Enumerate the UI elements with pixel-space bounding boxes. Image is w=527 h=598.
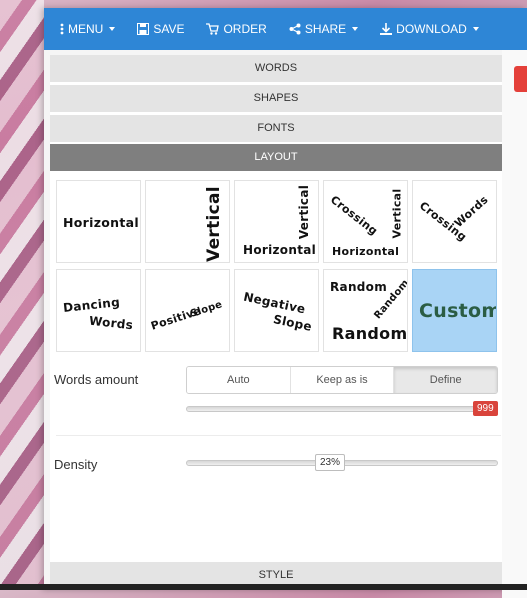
words-amount-define[interactable]: Define bbox=[394, 367, 497, 393]
section-words[interactable]: WORDS bbox=[50, 55, 502, 82]
divider bbox=[56, 435, 501, 436]
layout-crossing-vertical[interactable]: Crossing Vertical Horizontal bbox=[323, 180, 408, 263]
share-icon bbox=[289, 23, 301, 35]
layout-crossing-words[interactable]: Crossing Words bbox=[412, 180, 497, 263]
tile-text: Vertical bbox=[390, 188, 404, 239]
tile-text: Random bbox=[330, 280, 388, 294]
download-icon bbox=[380, 23, 393, 35]
menu-label: MENU bbox=[68, 22, 104, 36]
options-content: WORDS SHAPES FONTS LAYOUT Horizontal Ver… bbox=[50, 55, 502, 590]
caret-down-icon bbox=[352, 27, 359, 31]
share-button[interactable]: SHARE bbox=[289, 22, 359, 36]
tile-text: Words bbox=[88, 313, 134, 333]
words-amount-keep[interactable]: Keep as is bbox=[290, 367, 395, 393]
save-label: SAVE bbox=[153, 22, 185, 36]
tile-text: Slope bbox=[271, 312, 314, 334]
tile-text: Horizontal bbox=[63, 215, 139, 230]
caret-down-icon bbox=[109, 27, 116, 31]
words-amount-slider[interactable] bbox=[186, 406, 498, 412]
download-button[interactable]: DOWNLOAD bbox=[380, 22, 479, 36]
layout-random[interactable]: Random Random Random bbox=[323, 269, 408, 352]
tile-text: Vertical bbox=[297, 184, 312, 240]
density-label: Density bbox=[54, 457, 98, 472]
floppy-disk-icon bbox=[137, 23, 150, 35]
download-label: DOWNLOAD bbox=[396, 22, 467, 36]
tile-text: Random bbox=[332, 324, 408, 343]
order-label: ORDER bbox=[223, 22, 267, 36]
words-amount-auto[interactable]: Auto bbox=[187, 367, 291, 393]
vertical-dots-icon bbox=[60, 23, 64, 35]
cart-icon bbox=[206, 23, 220, 35]
tile-text: Horizontal bbox=[243, 243, 317, 257]
toolbar: MENU SAVE ORDER SHARE DOWNLOAD bbox=[44, 8, 527, 50]
tile-text: Words bbox=[451, 193, 491, 230]
taskbar-edge bbox=[0, 584, 527, 590]
tile-text: Horizontal bbox=[332, 245, 400, 258]
layout-positive-slope[interactable]: Positive Slope bbox=[145, 269, 230, 352]
words-amount-value[interactable]: 999 bbox=[473, 401, 498, 416]
background-artwork bbox=[0, 0, 44, 590]
tile-text: Vertical bbox=[203, 186, 224, 262]
menu-button[interactable]: MENU bbox=[60, 22, 116, 36]
section-shapes[interactable]: SHAPES bbox=[50, 85, 502, 112]
order-button[interactable]: ORDER bbox=[206, 22, 267, 36]
layout-vertical-horizontal[interactable]: Vertical Horizontal bbox=[234, 180, 319, 263]
density-value[interactable]: 23% bbox=[315, 454, 346, 471]
editor-panel: MENU SAVE ORDER SHARE DOWNLOAD WORDS SHA… bbox=[44, 8, 527, 598]
tile-text: Dancing bbox=[62, 295, 121, 315]
tile-text: Crossing bbox=[327, 193, 381, 238]
save-button[interactable]: SAVE bbox=[137, 22, 184, 36]
section-fonts[interactable]: FONTS bbox=[50, 115, 502, 142]
words-amount-options: Auto Keep as is Define bbox=[186, 366, 498, 394]
share-label: SHARE bbox=[304, 22, 347, 36]
layout-negative-slope[interactable]: Negative Slope bbox=[234, 269, 319, 352]
side-area bbox=[502, 50, 527, 598]
layout-vertical[interactable]: Vertical bbox=[145, 180, 230, 263]
layout-horizontal[interactable]: Horizontal bbox=[56, 180, 141, 263]
words-amount-label: Words amount bbox=[54, 372, 139, 387]
section-layout[interactable]: LAYOUT bbox=[50, 144, 502, 171]
tile-text: Slope bbox=[189, 299, 224, 320]
tile-text: Custom bbox=[419, 300, 497, 322]
caret-down-icon bbox=[472, 27, 479, 31]
close-panel-tab[interactable] bbox=[514, 66, 527, 92]
layout-dancing-words[interactable]: Dancing Words bbox=[56, 269, 141, 352]
layout-custom[interactable]: Custom bbox=[412, 269, 497, 352]
